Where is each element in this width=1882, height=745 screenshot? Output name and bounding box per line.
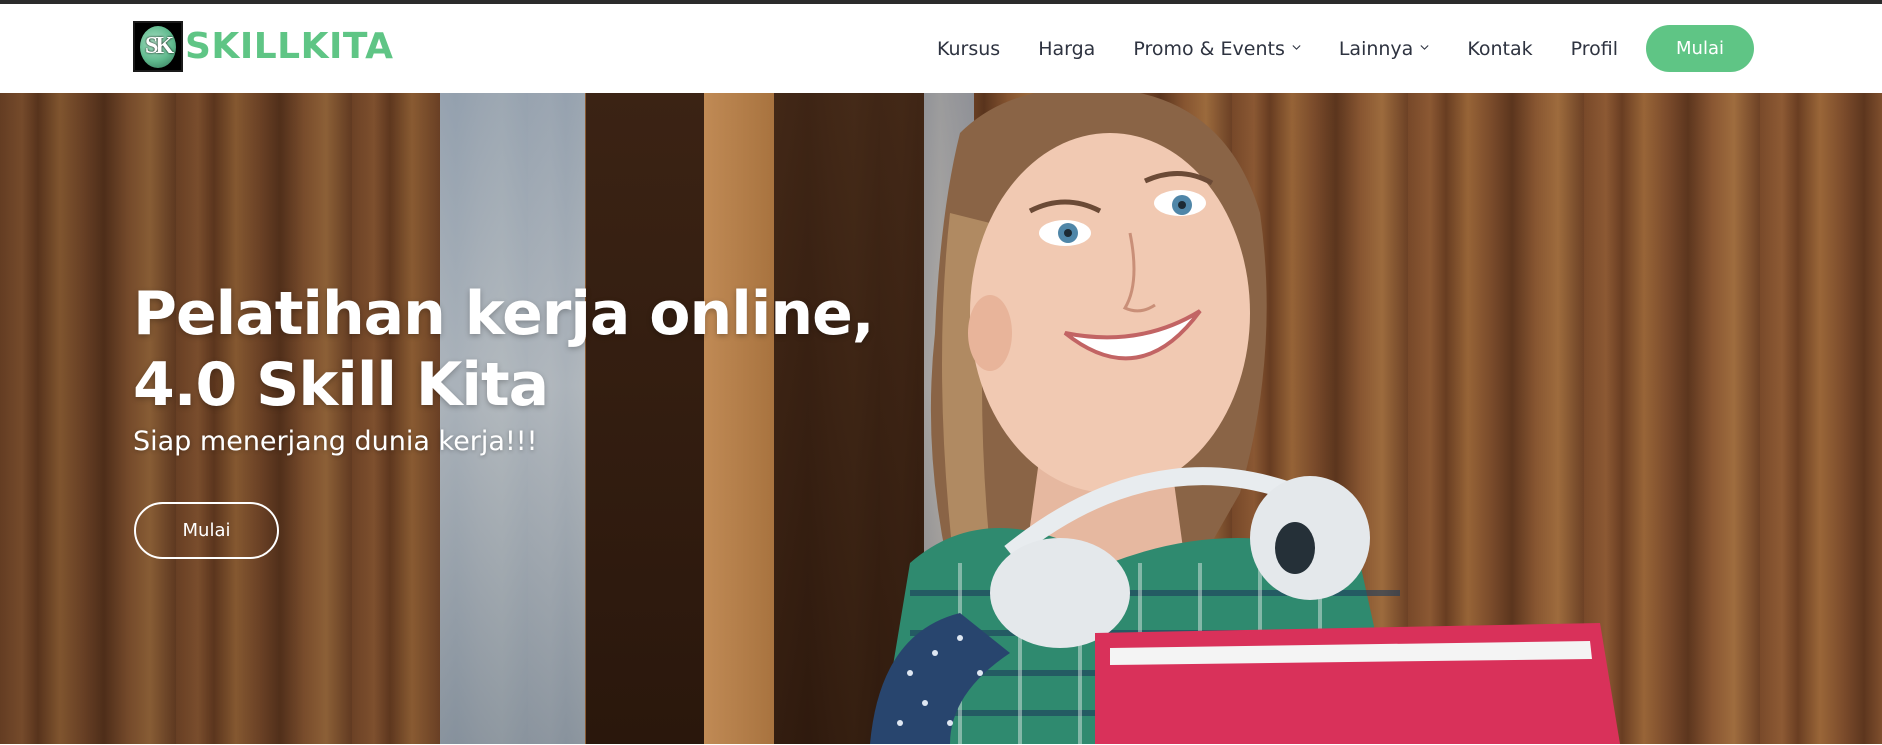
nav-item-label: Profil (1570, 37, 1618, 60)
nav-item-kontak[interactable]: Kontak (1467, 38, 1532, 60)
brand-logo-link[interactable]: SK SKILLKITA (133, 21, 394, 72)
nav-item-label: Harga (1038, 37, 1096, 60)
hero-subtitle: Siap menerjang dunia kerja!!! (133, 426, 538, 457)
chevron-down-icon (1420, 44, 1429, 53)
nav-item-label: Promo & Events (1133, 37, 1285, 60)
nav-item-profil[interactable]: Profil (1571, 38, 1618, 60)
brand-logo-icon: SK (133, 21, 183, 72)
main-nav: Kursus Harga Promo & Events Lainnya Kont… (937, 25, 1754, 72)
hero-section: Pelatihan kerja online, 4.0 Skill Kita S… (0, 93, 1882, 744)
hero-title-line: 4.0 Skill Kita (133, 350, 549, 420)
nav-item-label: Kursus (937, 37, 1001, 60)
hero-student-image (870, 93, 1620, 744)
nav-item-label: Lainnya (1338, 37, 1414, 60)
hero-title-line: Pelatihan kerja online, (133, 279, 875, 349)
chevron-down-icon (1292, 44, 1301, 53)
site-header: SK SKILLKITA Kursus Harga Promo & Events… (0, 4, 1882, 93)
brand-name: SKILLKITA (185, 26, 394, 67)
nav-item-harga[interactable]: Harga (1038, 38, 1095, 60)
mulai-hero-button[interactable]: Mulai (134, 502, 279, 559)
mulai-nav-button[interactable]: Mulai (1646, 25, 1754, 72)
nav-item-promo-events[interactable]: Promo & Events (1133, 38, 1301, 60)
nav-item-kursus[interactable]: Kursus (937, 38, 1000, 60)
hero-title: Pelatihan kerja online, 4.0 Skill Kita (133, 279, 893, 421)
nav-item-lainnya[interactable]: Lainnya (1339, 38, 1429, 60)
nav-item-label: Kontak (1467, 37, 1533, 60)
